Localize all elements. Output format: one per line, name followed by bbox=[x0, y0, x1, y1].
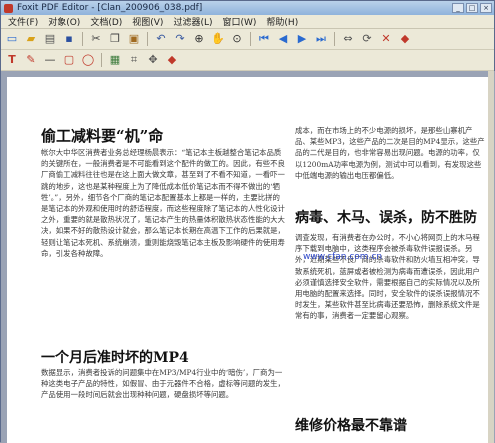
vertical-scrollbar[interactable] bbox=[488, 71, 494, 443]
window-controls: _ □ × bbox=[452, 3, 494, 13]
color-icon[interactable]: ◆ bbox=[164, 52, 180, 68]
delete-icon[interactable]: ✕ bbox=[378, 31, 394, 47]
text-tool-icon[interactable]: T bbox=[4, 52, 20, 68]
rotate-icon[interactable]: ⟳ bbox=[359, 31, 375, 47]
menu-file[interactable]: 文件(F) bbox=[3, 15, 43, 28]
hand-icon[interactable]: ✋ bbox=[210, 31, 226, 47]
redo-icon[interactable]: ↷ bbox=[172, 31, 188, 47]
watermark-text: www.cfan.com.cn bbox=[303, 252, 383, 262]
cut-icon[interactable]: ✂ bbox=[88, 31, 104, 47]
window-title: Foxit PDF Editor - [Clan_20090​6_038.pdf… bbox=[17, 3, 203, 13]
menu-bar: 文件(F) 对象(O) 文档(D) 视图(V) 过滤器(L) 窗口(W) 帮助(… bbox=[1, 15, 494, 29]
paste-icon[interactable]: ▣ bbox=[126, 31, 142, 47]
fit-icon[interactable]: ⇔ bbox=[340, 31, 356, 47]
ellipse-icon[interactable]: ◯ bbox=[80, 52, 96, 68]
article-paragraph: 帐尔大中华区消费者业务总经理杨晨表示：“笔记本主板越整合笔记本品质的关键所在，一… bbox=[41, 148, 285, 258]
prev-page-icon[interactable]: ◀ bbox=[275, 31, 291, 47]
article-heading: 维修价格最不靠谱 bbox=[295, 418, 407, 434]
pen-icon[interactable]: ✎ bbox=[23, 52, 39, 68]
image-icon[interactable]: ▦ bbox=[107, 52, 123, 68]
rectangle-icon[interactable]: ▢ bbox=[61, 52, 77, 68]
move-icon[interactable]: ✥ bbox=[145, 52, 161, 68]
save-icon[interactable]: ▪ bbox=[61, 31, 77, 47]
new-icon[interactable]: ▭ bbox=[4, 31, 20, 47]
zoom-icon[interactable]: ⊕ bbox=[191, 31, 207, 47]
toolbar-separator bbox=[101, 53, 102, 67]
first-page-icon[interactable]: ⏮ bbox=[256, 31, 272, 47]
toolbar-separator bbox=[147, 32, 148, 46]
article-paragraph: 成本，而在市场上的不少电源的损坏，是那些山寨机产品、某些MP3，这些产品的二次是… bbox=[295, 126, 485, 180]
article-paragraph: 数据显示，消费者投诉的问题集中在MP3/MP4行业中的‘暗伤’，厂商为一种这类电… bbox=[41, 368, 285, 400]
menu-object[interactable]: 对象(O) bbox=[43, 15, 85, 28]
menu-help[interactable]: 帮助(H) bbox=[261, 15, 303, 28]
foxit-logo-icon bbox=[4, 3, 13, 13]
article-heading: 病毒、木马、误杀，防不胜防 bbox=[295, 210, 477, 226]
line-icon[interactable]: — bbox=[42, 52, 58, 68]
close-button[interactable]: × bbox=[480, 3, 492, 13]
menu-window[interactable]: 窗口(W) bbox=[218, 15, 262, 28]
main-toolbar: ▭ ▰ ▤ ▪ ✂ ❐ ▣ ↶ ↷ ⊕ ✋ ⊙ ⏮ ◀ ▶ ⏭ ⇔ ⟳ ✕ ◆ bbox=[1, 29, 494, 50]
toolbar-separator bbox=[250, 32, 251, 46]
menu-filter[interactable]: 过滤器(L) bbox=[168, 15, 217, 28]
copy-icon[interactable]: ❐ bbox=[107, 31, 123, 47]
pdf-page: 偷工减料要“机”命 帐尔大中华区消费者业务总经理杨晨表示：“笔记本主板越整合笔记… bbox=[7, 77, 491, 443]
article-heading: 偷工减料要“机”命 bbox=[41, 127, 164, 145]
print-icon[interactable]: ▤ bbox=[42, 31, 58, 47]
crop-icon[interactable]: ⌗ bbox=[126, 52, 142, 68]
menu-document[interactable]: 文档(D) bbox=[85, 15, 127, 28]
last-page-icon[interactable]: ⏭ bbox=[313, 31, 329, 47]
app-window: Foxit PDF Editor - [Clan_20090​6_038.pdf… bbox=[0, 0, 495, 443]
minimize-button[interactable]: _ bbox=[452, 3, 464, 13]
title-bar: Foxit PDF Editor - [Clan_20090​6_038.pdf… bbox=[1, 1, 494, 15]
select-icon[interactable]: ⊙ bbox=[229, 31, 245, 47]
properties-icon[interactable]: ◆ bbox=[397, 31, 413, 47]
article-heading: 一个月后准时坏的MP4 bbox=[41, 350, 189, 366]
open-icon[interactable]: ▰ bbox=[23, 31, 39, 47]
next-page-icon[interactable]: ▶ bbox=[294, 31, 310, 47]
edit-toolbar: T ✎ — ▢ ◯ ▦ ⌗ ✥ ◆ bbox=[1, 50, 494, 71]
undo-icon[interactable]: ↶ bbox=[153, 31, 169, 47]
maximize-button[interactable]: □ bbox=[466, 3, 478, 13]
article-paragraph: 调查发现，有消费者在办公时，不小心将网页上的木马程序下载到电脑中，这类程序会被杀… bbox=[295, 233, 480, 321]
menu-view[interactable]: 视图(V) bbox=[127, 15, 168, 28]
toolbar-separator bbox=[334, 32, 335, 46]
toolbar-separator bbox=[82, 32, 83, 46]
document-view[interactable]: 偷工减料要“机”命 帐尔大中华区消费者业务总经理杨晨表示：“笔记本主板越整合笔记… bbox=[1, 71, 495, 443]
